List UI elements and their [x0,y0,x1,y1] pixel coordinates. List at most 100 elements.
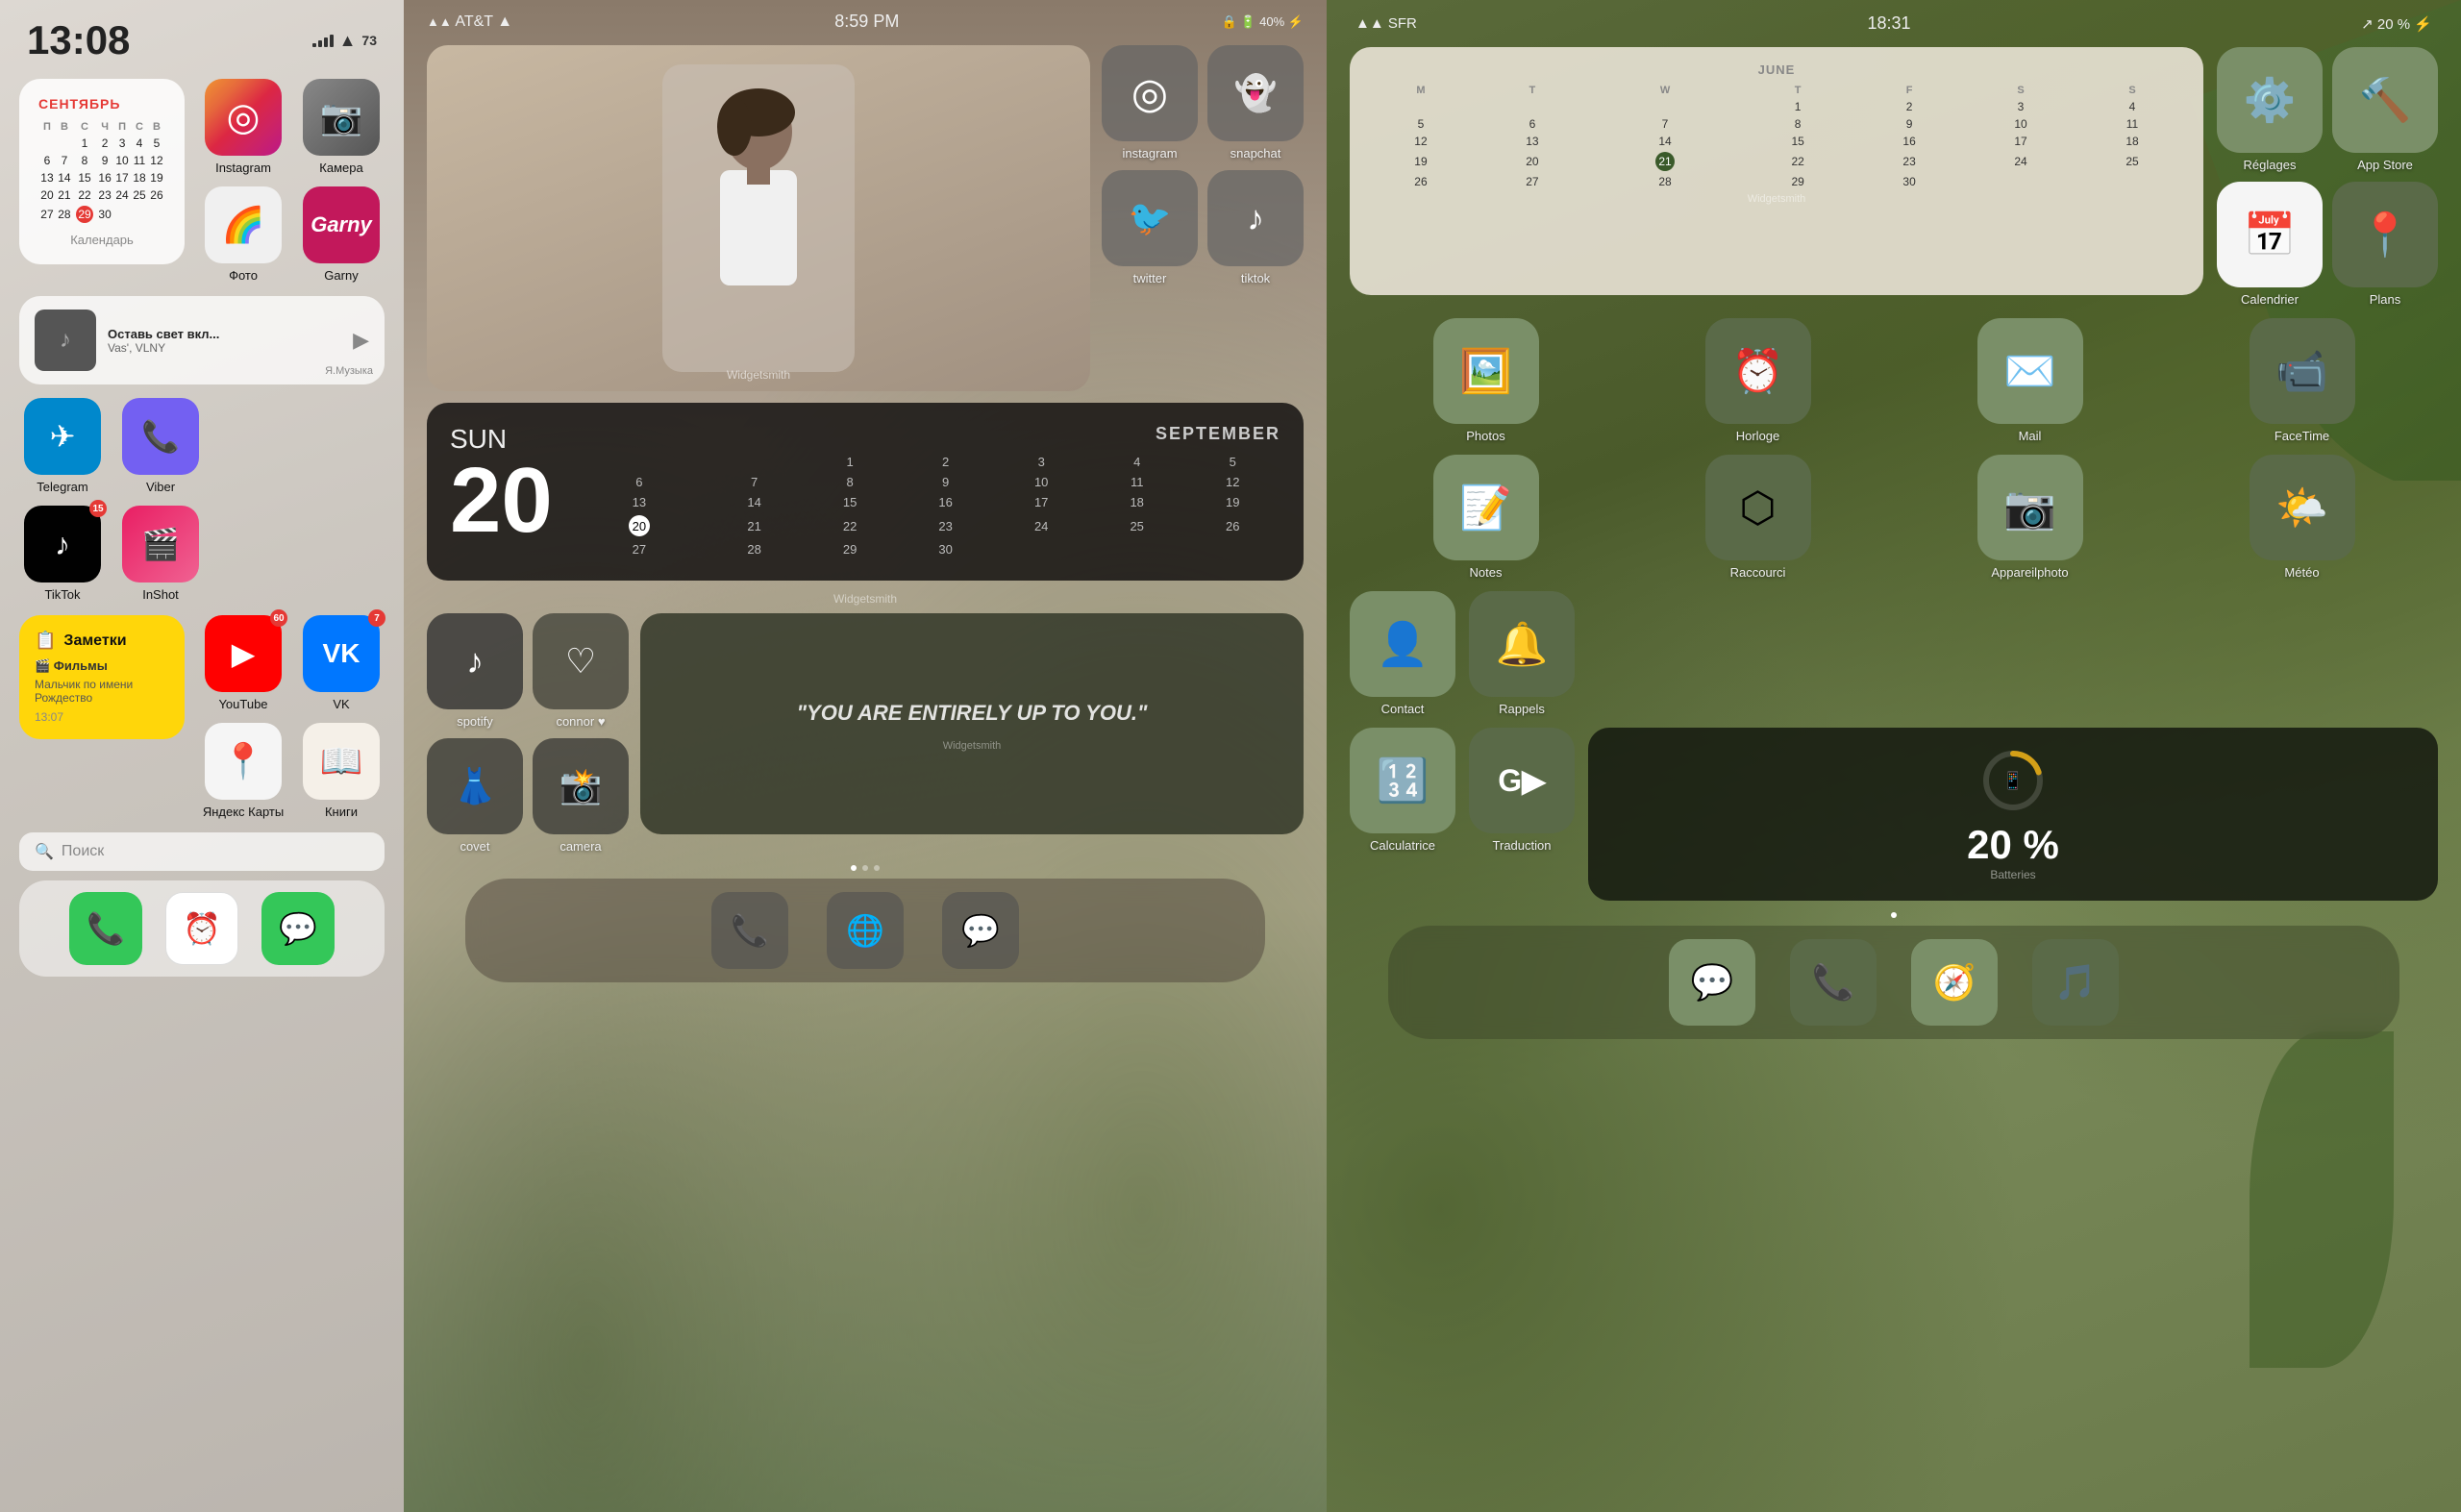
p3-traduction-label: Traduction [1493,838,1552,853]
p2-covet-label: covet [460,839,489,854]
phone2-status-bar: ▲▲ AT&T ▲ 8:59 PM 🔒 🔋 40% ⚡ [404,0,1327,37]
dock-phone-p2[interactable]: 📞 [711,892,788,969]
app-inshot[interactable]: 🎬 InShot [117,506,204,602]
phone1-status-icons: ▲ 73 [312,31,377,51]
p3-page-dots [1350,912,2438,918]
weather-icon: 🌤️ [2275,483,2328,533]
p3-app-rappels[interactable]: 🔔 Rappels [1469,591,1575,716]
music-thumbnail: ♪ [35,310,96,371]
p3-app-meteo[interactable]: 🌤️ Météo [2250,455,2355,580]
p3-facetime-label: FaceTime [2275,429,2329,443]
app-books[interactable]: 📖 Книги [298,723,385,819]
p3-app-notes[interactable]: 📝 Notes [1433,455,1539,580]
table-row: 202122 23242526 [38,186,165,204]
youtube-icon: ▶ [232,635,256,672]
p3-photos-label: Photos [1466,429,1504,443]
p2-calendar-widget: SUN 20 SEPTEMBER 1 2345 678 9 [427,403,1304,581]
calendar-label: Календарь [38,233,165,247]
compass-icon: 🧭 [1933,962,1976,1003]
table-row: 121314 15161718 [1365,133,2188,150]
app-photos[interactable]: 🌈 Фото [200,186,286,283]
p2-app-connor[interactable]: ♡ connor ♥ [533,613,629,729]
p3-app-mail[interactable]: ✉️ Mail [1977,318,2083,443]
app-camera[interactable]: 📷 Камера [298,79,385,175]
app-yandex-maps[interactable]: 📍 Яндекс Карты [200,723,286,819]
search-bar[interactable]: 🔍 Поиск [19,832,385,871]
app-telegram[interactable]: ✈ Telegram [19,398,106,494]
settings-icon: ⚙️ [2244,75,2297,125]
music-play-button[interactable]: ▶ [353,328,369,353]
wifi-icon: ▲ [339,31,357,51]
phone2-battery: 🔒 🔋 40% ⚡ [1222,14,1304,30]
notes-icon: 📋 [35,631,56,651]
p3-app-photos[interactable]: 🖼️ Photos [1433,318,1539,443]
app-tiktok[interactable]: ♪ 15 TikTok [19,506,106,602]
p2-app-instagram[interactable]: ◎ instagram [1102,45,1198,161]
phone2-carrier: ▲▲ AT&T ▲ [427,13,512,31]
p3-app-appstore[interactable]: 🔨 App Store [2332,47,2438,172]
notes-widget[interactable]: 📋 Заметки 🎬 Фильмы Мальчик по имени Рожд… [19,615,185,739]
camera-icon: 📸 [559,766,603,806]
p3-dock-compass[interactable]: 🧭 [1911,939,1998,1026]
search-placeholder: Поиск [62,843,104,860]
p3-app-reglages[interactable]: ⚙️ Réglages [2217,47,2323,172]
spotify-icon: ♪ [466,641,484,682]
p2-app-spotify[interactable]: ♪ spotify [427,613,523,729]
p3-app-facetime[interactable]: 📹 FaceTime [2250,318,2355,443]
music-title: Оставь свет вкл... [108,327,341,341]
p3-app-raccourci[interactable]: ⬡ Raccourci [1705,455,1811,580]
instagram-icon: ◎ [1131,69,1168,118]
app-viber[interactable]: 📞 Viber [117,398,204,494]
p3-dock-phone[interactable]: 📞 [1790,939,1877,1026]
app-viber-label: Viber [146,480,175,494]
notes-item1: 🎬 Фильмы [35,658,169,674]
battery-percentage: 20 % [1967,822,2059,868]
p3-calculatrice-label: Calculatrice [1370,838,1435,853]
p3-plans-label: Plans [2370,292,2401,307]
twitter-icon: 🐦 [1129,198,1172,238]
app-garny[interactable]: Garny Garny [298,186,385,283]
p3-today-cell: 21 [1655,152,1675,171]
messages-icon: 💬 [961,912,1000,949]
app-photos-label: Фото [229,268,258,283]
table-row: 131415 16171819 [38,169,165,186]
dock-messages[interactable]: 💬 [261,892,335,965]
search-icon: 🔍 [35,842,54,861]
app-youtube-label: YouTube [218,697,267,711]
app-vk[interactable]: VK 7 VK [298,615,385,711]
p2-app-tiktok[interactable]: ♪ tiktok [1207,170,1304,285]
dock-globe-p2[interactable]: 🌐 [827,892,904,969]
dock-messages-p2[interactable]: 💬 [942,892,1019,969]
hero-widget-label: Widgetsmith [727,368,790,382]
dock-clock[interactable]: ⏰ [165,892,238,965]
p3-app-plans[interactable]: 📍 Plans [2332,182,2438,307]
clock-icon: ⏰ [183,910,221,947]
p2-app-camera[interactable]: 📸 camera [533,738,629,854]
p3-app-horloge[interactable]: ⏰ Horloge [1705,318,1811,443]
p3-app-traduction[interactable]: G▶ Traduction [1469,728,1575,901]
app-instagram[interactable]: ◎ Instagram [200,79,286,175]
p3-app-appareilphoto[interactable]: 📷 Appareilphoto [1977,455,2083,580]
books-icon: 📖 [320,741,363,781]
globe-icon: 🌐 [846,912,884,949]
app-youtube[interactable]: ▶ 60 YouTube [200,615,286,711]
p3-app-calendrier[interactable]: 📅 Calendrier [2217,182,2323,307]
p3-app-contact[interactable]: 👤 Contact [1350,591,1455,716]
notes-icon: 📝 [1459,483,1512,533]
signal-icon: ▲▲ [427,14,455,29]
p2-app-covet[interactable]: 👗 covet [427,738,523,854]
mail-icon: ✉️ [2003,346,2056,396]
p3-app-calculatrice[interactable]: 🔢 Calculatrice [1350,728,1455,901]
p3-dock-music[interactable]: 🎵 [2032,939,2119,1026]
contact-icon: 👤 [1377,619,1429,669]
batteries-widget: 📱 20 % Batteries [1588,728,2438,901]
notes-header: 📋 Заметки [35,631,169,651]
p2-app-snapchat[interactable]: 👻 snapchat [1207,45,1304,161]
inshot-icon: 🎬 [141,526,180,562]
p2-app-twitter[interactable]: 🐦 twitter [1102,170,1198,285]
phone3-battery: ↗ 20 % ⚡ [2361,15,2432,33]
music-info: Оставь свет вкл... Vas', VLNY [108,327,341,355]
p3-dock-messages[interactable]: 💬 [1669,939,1755,1026]
page-dots [427,865,1304,871]
dock-phone[interactable]: 📞 [69,892,142,965]
